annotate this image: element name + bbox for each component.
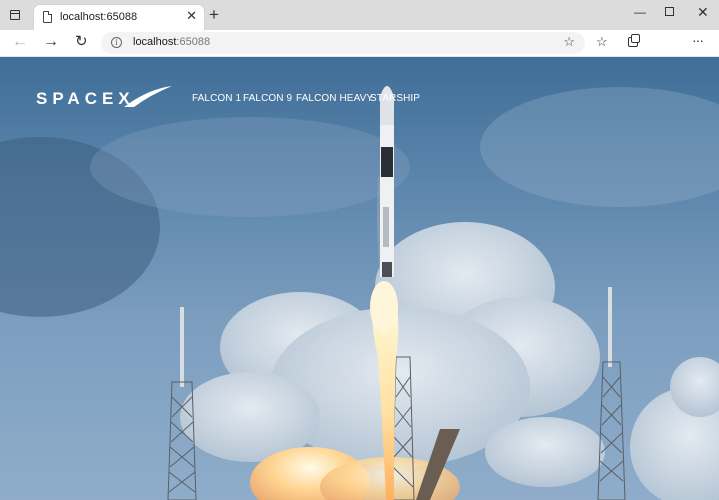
collections-icon[interactable] (628, 34, 640, 47)
new-tab-icon[interactable]: + (209, 6, 219, 23)
spacex-logo[interactable]: SPACEX (36, 85, 176, 109)
nav-link-falcon-1[interactable]: FALCON 1 (192, 93, 241, 104)
back-arrow-icon[interactable]: ← (12, 33, 28, 51)
tab-title: localhost:65088 (60, 11, 138, 23)
close-tab-icon[interactable]: ✕ (186, 9, 197, 23)
rocket-launch-hero-image (0, 86, 719, 500)
url-text[interactable]: localhost:65088 (133, 36, 210, 48)
maximize-icon[interactable] (665, 7, 674, 16)
launch-tower-right (597, 287, 626, 500)
page-viewport: SPACEX FALCON 1 FALCON 9 FALCON HEAVY ST… (0, 57, 719, 500)
reload-icon[interactable]: ↻ (75, 33, 88, 51)
close-window-icon[interactable]: ✕ (697, 5, 709, 19)
page-icon (43, 11, 52, 23)
url-host: localhost (133, 36, 177, 48)
add-favorite-icon[interactable]: ☆ (563, 34, 575, 50)
browser-toolbar: ← → ↻ i localhost:65088 ☆ ☆ ··· (0, 30, 719, 57)
browser-window: localhost:65088 ✕ + — ✕ ← → ↻ i localhos… (0, 0, 719, 500)
forward-arrow-icon[interactable]: → (43, 33, 59, 51)
url-port: :65088 (176, 36, 211, 48)
more-menu-icon[interactable]: ··· (692, 32, 704, 48)
nav-link-falcon-heavy[interactable]: FALCON HEAVY (296, 93, 373, 104)
tab-actions-icon[interactable] (10, 10, 20, 20)
falcon-9-rocket (380, 86, 394, 277)
browser-tab[interactable]: localhost:65088 ✕ (34, 5, 204, 30)
minimize-icon[interactable]: — (634, 5, 646, 19)
cloud-bank (180, 222, 719, 500)
address-bar[interactable]: i localhost:65088 ☆ (101, 32, 585, 54)
spacex-logo-text: SPACEX (36, 89, 135, 108)
tab-bar: localhost:65088 ✕ + — ✕ (0, 0, 719, 30)
nav-link-falcon-9[interactable]: FALCON 9 (243, 93, 292, 104)
favorites-icon[interactable]: ☆ (596, 34, 608, 50)
info-icon[interactable]: i (111, 37, 122, 48)
nav-link-starship[interactable]: STARSHIP (370, 93, 420, 104)
